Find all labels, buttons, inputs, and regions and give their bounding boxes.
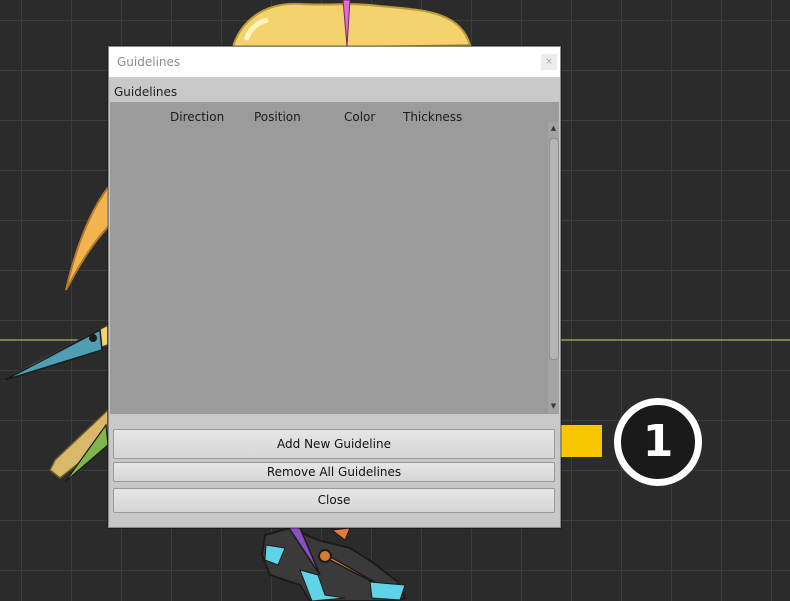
dialog-title: Guidelines — [117, 55, 181, 69]
step-number-badge: 1 — [614, 398, 702, 486]
close-button[interactable]: Close — [113, 488, 555, 513]
column-header-color: Color — [344, 110, 376, 124]
feather-joint — [89, 334, 97, 342]
remove-all-guidelines-button[interactable]: Remove All Guidelines — [113, 462, 555, 482]
orange-trim — [330, 527, 351, 541]
blue-feather-core — [4, 328, 103, 381]
orange-feather-joint — [318, 549, 332, 563]
guidelines-dialog: Guidelines × Guidelines Direction Positi… — [108, 46, 561, 528]
column-header-direction: Direction — [170, 110, 225, 124]
vertical-scrollbar[interactable]: ▲ ▼ — [548, 122, 559, 413]
column-header-position: Position — [254, 110, 301, 124]
character-head-shape — [230, 2, 472, 52]
scroll-down-icon[interactable]: ▼ — [549, 402, 558, 411]
scroll-thumb[interactable] — [549, 138, 559, 360]
section-label: Guidelines — [114, 85, 178, 99]
character-wing-shape — [65, 182, 111, 291]
close-icon[interactable]: × — [541, 54, 557, 70]
dialog-titlebar[interactable]: Guidelines × — [109, 47, 560, 78]
add-guideline-button[interactable]: Add New Guideline — [113, 429, 555, 459]
cyan-trim-right — [369, 581, 406, 601]
column-header-thickness: Thickness — [403, 110, 463, 124]
guidelines-list[interactable]: Direction Position Color Thickness ▲ ▼ — [110, 102, 559, 414]
scroll-up-icon[interactable]: ▲ — [549, 124, 558, 133]
